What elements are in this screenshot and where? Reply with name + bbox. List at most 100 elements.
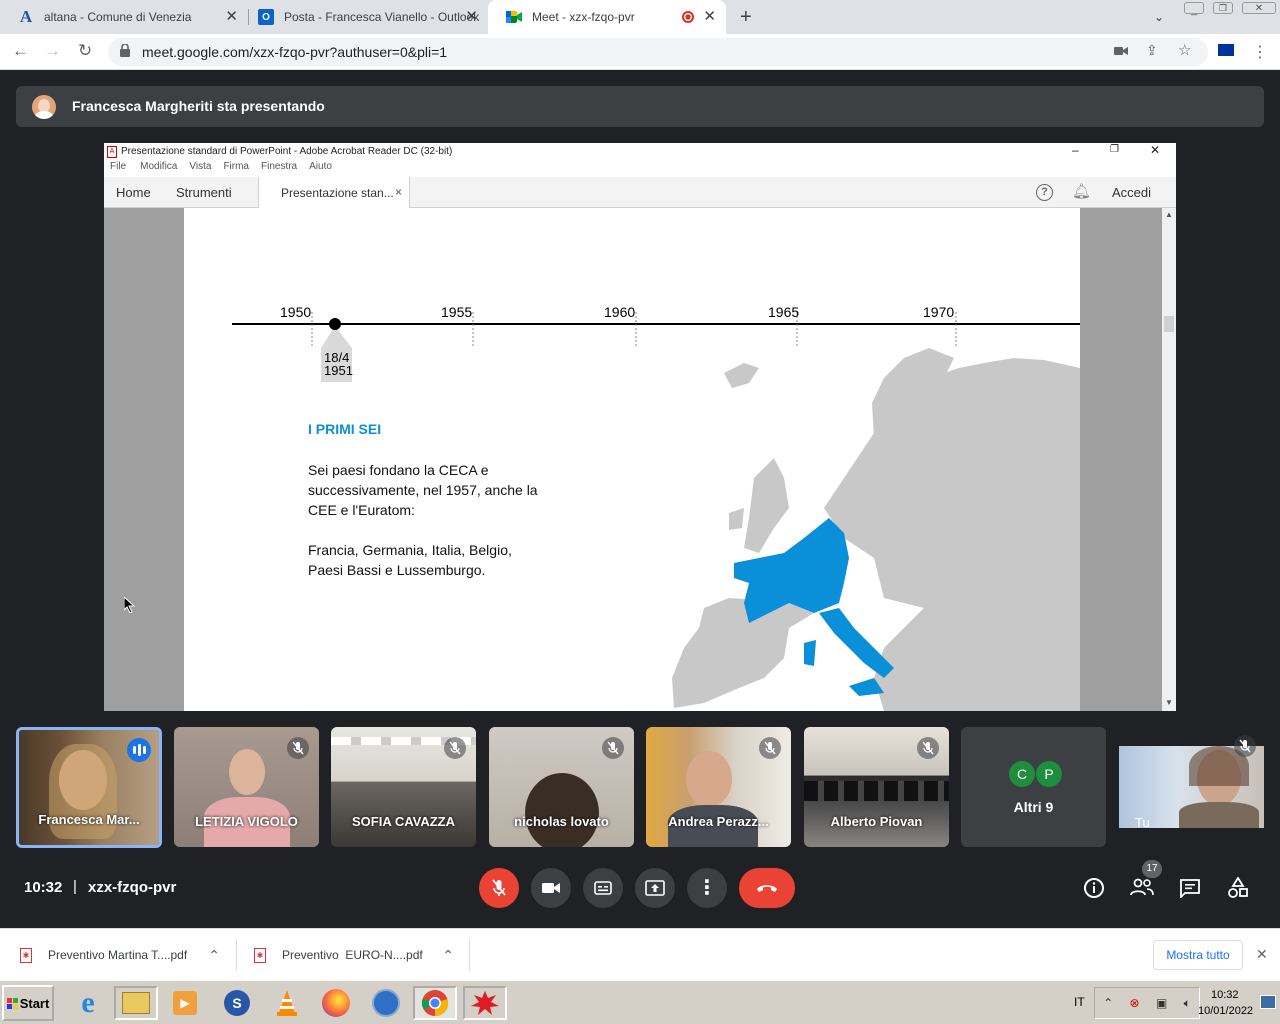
document-viewport: 1950 1955 1960 1965 1970 18/4 1951 I PRI… <box>104 208 1162 711</box>
start-button[interactable]: Start <box>2 985 54 1021</box>
tray-expand-icon[interactable]: ⌃ <box>1103 996 1113 1010</box>
bookmark-star-icon[interactable]: ☆ <box>1178 41 1191 59</box>
acrobat-document-tab[interactable]: Presentazione stan... × <box>258 177 410 208</box>
more-vert-icon: ⋮ <box>697 877 717 899</box>
menu-finestra[interactable]: Finestra <box>261 161 297 177</box>
document-tab-close-icon[interactable]: × <box>395 185 402 199</box>
share-icon[interactable]: ⇪ <box>1146 42 1158 59</box>
media-player-icon[interactable]: ▶ <box>163 986 207 1020</box>
menu-modifica[interactable]: Modifica <box>140 161 177 177</box>
participant-name: Alberto Piovan <box>830 814 923 829</box>
network-icon[interactable]: ▣ <box>1156 996 1167 1010</box>
activities-shapes-icon <box>1228 876 1248 898</box>
download-item[interactable]: ✱ Preventivo Martina T....pdf ⌃ <box>20 929 234 981</box>
eu-flag-extension-icon[interactable] <box>1218 44 1234 56</box>
chrome-icon[interactable] <box>413 986 457 1020</box>
windows-logo-icon <box>6 997 18 1009</box>
menu-vista[interactable]: Vista <box>189 161 211 177</box>
menu-firma[interactable]: Firma <box>223 161 249 177</box>
more-options-button[interactable]: ⋮ <box>687 868 727 908</box>
chat-button[interactable] <box>1179 878 1201 903</box>
back-arrow-icon[interactable]: ← <box>12 42 29 60</box>
minimize-icon[interactable]: _ <box>1184 2 1204 16</box>
close-tab-icon[interactable]: ✕ <box>703 9 716 25</box>
participant-tile-letizia[interactable]: LETIZIA VIGOLO <box>174 727 319 847</box>
present-screen-button[interactable] <box>635 868 675 908</box>
system-tray: ⌃ ⊗ ▣ 🔈︎ <box>1094 987 1200 1019</box>
acrobat-tab-bar: Home Strumenti Presentazione stan... × ?… <box>104 177 1176 208</box>
tab-outlook[interactable]: O Posta - Francesca Vianello - Outlook ✕ <box>240 0 488 34</box>
acrobat-home-tab[interactable]: Home <box>116 185 151 200</box>
activities-button[interactable] <box>1227 876 1249 904</box>
timeline-year-1960: 1960 <box>604 304 636 320</box>
meeting-separator: | <box>73 878 77 895</box>
download-options-chevron-icon[interactable]: ⌃ <box>208 947 220 964</box>
firefox-icon[interactable] <box>314 986 358 1020</box>
help-icon[interactable]: ? <box>1036 184 1053 201</box>
meeting-details-button[interactable] <box>1083 877 1105 904</box>
others-tile[interactable]: C P Altri 9 <box>961 727 1106 847</box>
participant-tile-sofia[interactable]: SOFIA CAVAZZA <box>331 727 476 847</box>
forward-arrow-icon[interactable]: → <box>44 42 61 60</box>
acrobat-minimize-icon[interactable]: – <box>1072 143 1079 157</box>
scroll-down-icon[interactable]: ▼ <box>1165 698 1173 707</box>
acrobat-close-icon[interactable]: ✕ <box>1150 143 1160 157</box>
computer-lab-monitors <box>804 781 949 801</box>
mic-toggle-button[interactable] <box>479 868 519 908</box>
mic-off-icon <box>492 879 506 896</box>
keyboard-language[interactable]: IT <box>1074 995 1085 1009</box>
participant-tile-andrea[interactable]: Andrea Perazz... <box>646 727 791 847</box>
notification-bell-icon[interactable]: 🔔︎ <box>1072 182 1091 200</box>
tab-meet[interactable]: Meet - xzx-fzqo-pvr ✕ <box>488 0 726 34</box>
show-all-downloads-button[interactable]: Mostra tutto <box>1153 940 1243 970</box>
self-tile[interactable]: Tu <box>1119 727 1264 847</box>
close-downloads-icon[interactable]: ✕ <box>1256 946 1268 963</box>
lock-icon[interactable] <box>120 43 130 62</box>
scroll-up-icon[interactable]: ▲ <box>1165 210 1173 219</box>
close-tab-icon[interactable]: ✕ <box>465 9 478 25</box>
camera-toggle-button[interactable] <box>531 868 571 908</box>
acrobat-restore-icon[interactable]: ❐ <box>1110 144 1119 155</box>
signin-button[interactable]: Accedi <box>1112 185 1151 200</box>
scroll-thumb[interactable] <box>1164 316 1174 332</box>
mouse-cursor-icon <box>124 597 136 613</box>
close-tab-icon[interactable]: ✕ <box>225 9 238 25</box>
menu-aiuto[interactable]: Aiuto <box>309 161 332 177</box>
acrobat-tools-tab[interactable]: Strumenti <box>176 185 232 200</box>
timeline-year-1965: 1965 <box>768 304 800 320</box>
hang-up-icon <box>757 885 777 892</box>
menu-file[interactable]: File <box>110 161 126 177</box>
end-call-button[interactable] <box>739 868 795 908</box>
tab-search-chevron-icon[interactable]: ⌄ <box>1154 10 1164 24</box>
network-error-icon[interactable]: ⊗ <box>1130 996 1140 1010</box>
close-window-icon[interactable]: ✕ <box>1242 2 1276 14</box>
new-tab-button[interactable]: + <box>740 6 752 29</box>
file-explorer-icon[interactable] <box>114 986 158 1020</box>
others-label: Altri 9 <box>1013 799 1054 815</box>
show-desktop-icon[interactable] <box>1260 995 1276 1009</box>
tab-altana[interactable]: A altana - Comune di Venezia ✕ <box>0 0 248 34</box>
download-item[interactable]: ✱ Preventivo EURO-N....pdf ⌃ <box>254 929 468 981</box>
camera-in-use-icon[interactable] <box>1114 44 1128 62</box>
vlc-icon[interactable] <box>265 986 309 1020</box>
app-circle-icon[interactable]: S <box>215 986 259 1020</box>
participant-face <box>525 773 599 847</box>
presenter-banner: Francesca Margheriti sta presentando <box>16 86 1264 127</box>
paint-splash-icon[interactable] <box>463 986 507 1020</box>
internet-explorer-icon[interactable]: e <box>66 986 110 1020</box>
download-options-chevron-icon[interactable]: ⌃ <box>442 947 454 964</box>
paragraph-line: successivamente, nel 1957, anche la <box>308 482 538 498</box>
participant-tile-alberto[interactable]: Alberto Piovan <box>804 727 949 847</box>
restore-icon[interactable]: ❐ <box>1213 2 1233 14</box>
participant-tile-nicholas[interactable]: nicholas lovato <box>489 727 634 847</box>
network-tool-icon[interactable] <box>364 986 408 1020</box>
url-text: meet.google.com/xzx-fzqo-pvr?authuser=0&… <box>142 44 448 60</box>
chrome-menu-icon[interactable]: ⋮ <box>1252 42 1268 62</box>
address-bar[interactable]: meet.google.com/xzx-fzqo-pvr?authuser=0&… <box>108 38 1208 66</box>
reload-icon[interactable]: ↻ <box>78 42 92 60</box>
volume-icon[interactable]: 🔈︎ <box>1184 996 1191 1011</box>
participant-tile-francesca[interactable]: Francesca Mar... <box>16 727 162 848</box>
document-scrollbar[interactable]: ▲ ▼ <box>1162 208 1176 711</box>
captions-button[interactable] <box>583 868 623 908</box>
participants-button[interactable]: 17 <box>1130 860 1162 901</box>
